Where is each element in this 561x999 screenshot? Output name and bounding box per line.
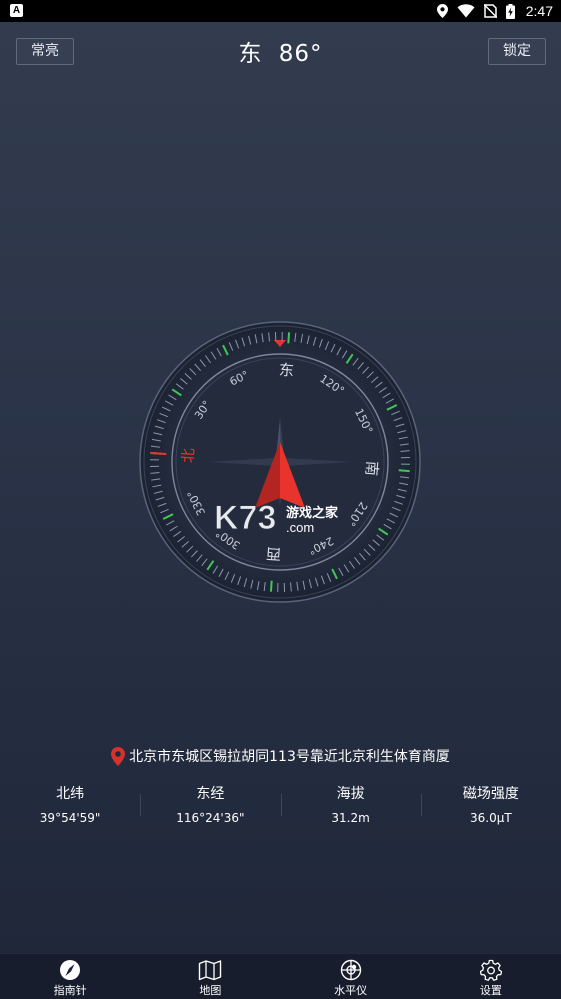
watermark-domain: .com: [286, 520, 314, 535]
nav-settings[interactable]: 设置: [421, 954, 561, 999]
stat-label: 东经: [196, 786, 225, 802]
stat-label: 磁场强度: [462, 786, 519, 802]
nav-label: 设置: [479, 984, 502, 997]
battery-charging-icon: [505, 3, 515, 19]
stat-altitude: 海拔 31.2m: [280, 780, 421, 830]
watermark-tagline: 游戏之家: [286, 505, 339, 521]
bottom-nav: 指南针 地图 水平仪 设置: [0, 953, 561, 999]
wifi-icon: [457, 4, 475, 18]
address-text: 北京市东城区锡拉胡同113号靠近北京利生体育商厦: [129, 749, 450, 765]
stat-value: 116°24'36": [176, 811, 245, 825]
stat-value: 39°54'59": [39, 811, 101, 825]
no-sim-icon: [483, 4, 497, 18]
stat-value: 36.0μT: [470, 811, 512, 825]
nav-compass[interactable]: 指南针: [0, 954, 140, 999]
address-row: 北京市东城区锡拉胡同113号靠近北京利生体育商厦: [0, 746, 561, 766]
major-tick: [287, 332, 291, 344]
stat-label: 北纬: [56, 786, 85, 802]
cardinal-east: 东: [278, 361, 294, 380]
map-icon: [199, 960, 222, 981]
major-tick: [398, 469, 410, 473]
watermark-brand: K73: [214, 499, 276, 537]
stat-magnetic-field: 磁场强度 36.0μT: [420, 780, 561, 830]
nav-label: 地图: [199, 984, 222, 997]
compass-dial[interactable]: 北东南西30°60° 120°150°210°240°300°330°: [130, 312, 430, 612]
heading-degrees: 86°: [278, 41, 323, 67]
compass-screen: 常亮 东 86° 锁定 北东南西 30° 60° 120° 150° 210° 240° 30…: [0, 22, 561, 953]
status-bar: A 2:47: [0, 0, 561, 22]
settings-icon: [479, 959, 502, 981]
app-notification-icon: A: [10, 4, 23, 17]
level-icon: [340, 959, 361, 981]
minor-tick: [277, 582, 279, 592]
cardinal-west: 西: [265, 544, 281, 563]
stat-latitude: 北纬 39°54'59": [0, 780, 140, 830]
nav-map[interactable]: 地图: [140, 954, 280, 999]
status-icons: 2:47: [436, 2, 553, 20]
heading-readout: 东 86°: [0, 34, 561, 68]
nav-label: 水平仪: [334, 984, 368, 997]
location-pin-icon: [111, 746, 126, 766]
nav-label: 指南针: [53, 984, 87, 997]
compass-icon: [60, 960, 81, 980]
stat-label: 海拔: [336, 786, 365, 802]
clock: 2:47: [525, 3, 553, 19]
cardinal-south: 南: [362, 460, 381, 476]
major-tick: [269, 580, 273, 592]
stat-value: 31.2m: [331, 811, 370, 825]
k73-watermark: K73 游戏之家 .com: [214, 499, 339, 538]
minor-tick: [150, 459, 160, 461]
heading-direction: 东: [238, 41, 263, 67]
cardinal-north: 北: [179, 447, 198, 463]
location-icon: [436, 4, 448, 18]
stat-longitude: 东经 116°24'36": [140, 780, 280, 830]
north-tick: [150, 451, 167, 456]
lock-button[interactable]: 锁定: [488, 38, 546, 65]
location-stats: 北纬 39°54'59" 东经 116°24'36" 海拔 31.2m 磁场强度…: [0, 780, 561, 830]
minor-tick: [281, 332, 283, 342]
minor-tick: [400, 463, 410, 465]
nav-level[interactable]: 水平仪: [281, 954, 421, 999]
